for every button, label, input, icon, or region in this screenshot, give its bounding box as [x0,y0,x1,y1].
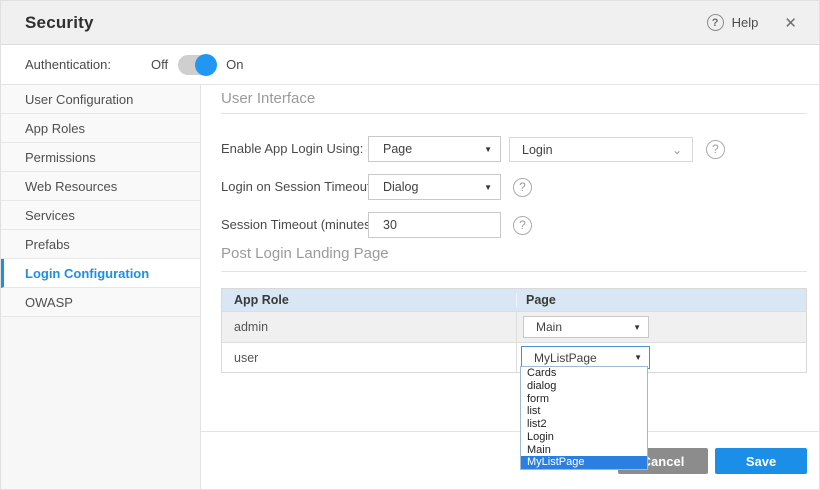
dropdown-option-selected[interactable]: MyListPage [521,456,647,469]
sidebar-item-owasp[interactable]: OWASP [1,288,200,317]
title-bar: Security ? Help ✕ [1,1,820,45]
page-cell: Main ▼ [516,312,806,342]
authentication-label: Authentication: [25,57,111,72]
toggle-knob [195,54,217,76]
help-icon[interactable]: ? [707,14,724,31]
caret-down-icon: ▼ [634,353,649,362]
caret-down-icon: ▼ [633,323,648,332]
timeout-mode-select[interactable]: Dialog ▼ [368,174,501,200]
settings-sidebar: User Configuration App Roles Permissions… [1,85,201,489]
help-link[interactable]: Help [732,15,759,30]
page-select-dropdown: Cards dialog form list list2 Login Main … [520,366,648,470]
admin-page-select[interactable]: Main ▼ [523,316,649,338]
save-button[interactable]: Save [715,448,807,474]
sidebar-item-services[interactable]: Services [1,201,200,230]
help-icon[interactable]: ? [706,140,725,159]
sidebar-item-web-resources[interactable]: Web Resources [1,172,200,201]
sidebar-item-login-configuration[interactable]: Login Configuration [1,259,200,288]
section-title-post-login: Post Login Landing Page [221,245,389,262]
chevron-down-icon: ⌄ [672,143,692,157]
dropdown-option[interactable]: list [521,405,647,418]
post-login-table: App Role Page admin Main ▼ user MyListPa… [221,288,807,373]
section-title-user-interface: User Interface [221,90,315,107]
login-type-select[interactable]: Page ▼ [368,136,501,162]
dropdown-option[interactable]: list2 [521,418,647,431]
login-configuration-panel: User Interface Enable App Login Using: P… [201,85,819,489]
section-divider [221,271,807,272]
sidebar-item-user-configuration[interactable]: User Configuration [1,85,200,114]
help-icon[interactable]: ? [513,178,532,197]
caret-down-icon: ▼ [484,183,500,192]
sidebar-item-app-roles[interactable]: App Roles [1,114,200,143]
session-timeout-label: Session Timeout (minutes): [221,212,379,238]
page-title: Security [25,13,707,33]
session-timeout-input[interactable] [368,212,501,238]
security-settings-window: Security ? Help ✕ Authentication: Off On… [0,0,820,490]
app-role-cell: admin [222,320,516,334]
enable-app-login-label: Enable App Login Using: [221,136,363,162]
dropdown-option[interactable]: Cards [521,367,647,380]
close-icon[interactable]: ✕ [784,14,797,32]
dropdown-option[interactable]: Login [521,431,647,444]
sidebar-item-prefabs[interactable]: Prefabs [1,230,200,259]
dropdown-option[interactable]: dialog [521,380,647,393]
login-page-select[interactable]: Login ⌄ [509,137,693,162]
caret-down-icon: ▼ [484,145,500,154]
authentication-toggle[interactable] [178,55,216,75]
help-icon[interactable]: ? [513,216,532,235]
login-on-timeout-label: Login on Session Timeout: [221,174,374,200]
title-bar-actions: ? Help ✕ [707,14,797,32]
toggle-off-label: Off [151,57,168,72]
table-row: user MyListPage ▼ [222,342,806,372]
dropdown-option[interactable]: Main [521,444,647,457]
authentication-bar: Authentication: Off On [1,45,820,85]
column-header-app-role: App Role [222,293,516,307]
table-header-row: App Role Page [222,289,806,311]
column-header-page: Page [516,293,806,307]
app-role-cell: user [222,351,516,365]
dropdown-option[interactable]: form [521,393,647,406]
sidebar-item-permissions[interactable]: Permissions [1,143,200,172]
table-row: admin Main ▼ [222,311,806,342]
section-divider [221,113,807,114]
toggle-on-label: On [226,57,243,72]
footer-divider [201,431,819,432]
